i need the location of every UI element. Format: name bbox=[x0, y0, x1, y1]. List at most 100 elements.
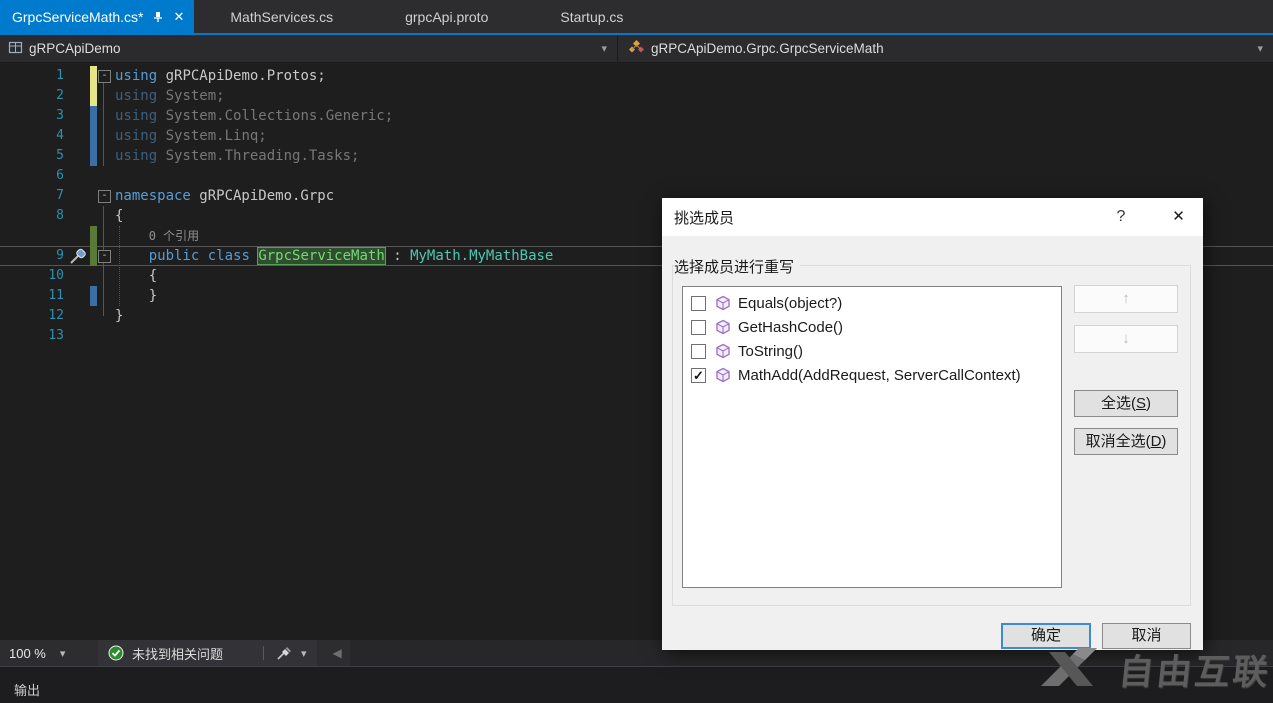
pin-icon[interactable] bbox=[152, 11, 164, 23]
code-token: class bbox=[207, 248, 250, 264]
member-list-item[interactable]: GetHashCode() bbox=[683, 315, 1061, 339]
line-number: 11 bbox=[48, 288, 64, 303]
code-token: gRPCApiDemo.Protos; bbox=[157, 68, 326, 84]
tab-grpcapi-proto[interactable]: grpcApi.proto bbox=[369, 0, 524, 33]
chevron-down-icon: ▾ bbox=[59, 647, 66, 660]
tab-mathservices-cs[interactable]: MathServices.cs bbox=[194, 0, 369, 33]
checkbox-checked[interactable]: ✓ bbox=[691, 367, 706, 383]
code-line-3[interactable]: 3 using System.Collections.Generic; bbox=[0, 106, 1273, 126]
outlining-margin bbox=[97, 126, 115, 146]
project-icon bbox=[8, 40, 23, 58]
outlining-margin bbox=[97, 206, 115, 226]
code-text: using gRPCApiDemo.Protos; bbox=[115, 66, 326, 86]
member-label: ToString() bbox=[738, 342, 804, 360]
code-text: using System.Collections.Generic; bbox=[115, 106, 393, 126]
broom-icon bbox=[276, 645, 293, 661]
code-line-2[interactable]: 2 using System; bbox=[0, 86, 1273, 106]
line-number: 12 bbox=[48, 308, 64, 323]
code-token: { bbox=[148, 268, 158, 284]
code-token: System.Linq; bbox=[157, 128, 267, 144]
member-list-item[interactable]: Equals(object?) bbox=[683, 287, 1061, 315]
code-line-1[interactable]: 1 - using gRPCApiDemo.Protos; bbox=[0, 66, 1273, 86]
code-cleanup-button[interactable]: ▾ bbox=[276, 645, 307, 661]
code-token: gRPCApiDemo.Grpc bbox=[190, 188, 335, 204]
checkbox-unchecked[interactable] bbox=[691, 319, 706, 335]
glyph-margin bbox=[66, 186, 90, 206]
move-down-button[interactable]: ↓ bbox=[1074, 325, 1178, 353]
type-member-dropdown[interactable]: gRPCApiDemo.Grpc.GrpcServiceMath ▾ bbox=[618, 35, 1273, 62]
code-token: } bbox=[148, 288, 158, 304]
fold-collapse-box[interactable]: - bbox=[98, 70, 111, 83]
close-icon[interactable]: ✕ bbox=[1154, 198, 1203, 236]
select-all-button[interactable]: 全选(S) bbox=[1074, 390, 1178, 417]
move-up-button[interactable]: ↑ bbox=[1074, 285, 1178, 313]
member-list-item[interactable]: ✓ MathAdd(AddRequest, ServerCallContext) bbox=[683, 363, 1061, 387]
chevron-down-icon: ▾ bbox=[1257, 43, 1263, 55]
glyph-margin bbox=[66, 286, 90, 306]
tab-label: MathServices.cs bbox=[230, 8, 334, 25]
health-status-text: 未找到相关问题 bbox=[132, 646, 224, 662]
glyph-margin bbox=[66, 126, 90, 146]
outlining-margin bbox=[97, 226, 115, 246]
class-icon bbox=[628, 39, 645, 58]
change-bar-margin bbox=[90, 306, 97, 326]
line-number: 4 bbox=[56, 128, 64, 143]
checkbox-unchecked[interactable] bbox=[691, 343, 706, 359]
glyph-margin bbox=[66, 146, 90, 166]
codelens-references: 0 个引用 bbox=[148, 229, 200, 243]
outlining-margin bbox=[97, 146, 115, 166]
code-text: } bbox=[115, 286, 157, 306]
line-number: 10 bbox=[48, 268, 64, 283]
glyph-margin bbox=[66, 266, 90, 286]
outlining-margin[interactable]: - bbox=[97, 186, 115, 206]
tab-bar: GrpcServiceMath.cs* ✕ MathServices.cs grpcA… bbox=[0, 0, 1273, 35]
code-line-5[interactable]: 5 using System.Threading.Tasks; bbox=[0, 146, 1273, 166]
change-bar-margin bbox=[90, 326, 97, 346]
fold-collapse-box[interactable]: - bbox=[98, 250, 111, 263]
tab-startup-cs[interactable]: Startup.cs bbox=[524, 0, 659, 33]
change-tracking-bar bbox=[90, 246, 97, 266]
arrow-down-icon: ↓ bbox=[1122, 330, 1130, 347]
code-token: namespace bbox=[115, 188, 191, 204]
code-token: using bbox=[115, 128, 158, 144]
code-line-6[interactable]: 6 bbox=[0, 166, 1273, 186]
members-list[interactable]: Equals(object?) GetHashCode() ToString() ✓ M… bbox=[682, 286, 1062, 588]
outlining-margin[interactable]: - bbox=[97, 66, 115, 86]
code-token: } bbox=[115, 308, 124, 324]
scrollbar-left-arrow[interactable]: ◀ bbox=[333, 646, 342, 660]
code-token: using bbox=[115, 68, 158, 84]
glyph-margin bbox=[66, 86, 90, 106]
member-list-item[interactable]: ToString() bbox=[683, 339, 1061, 363]
help-icon[interactable]: ? bbox=[1100, 198, 1142, 236]
close-icon[interactable]: ✕ bbox=[173, 9, 184, 25]
line-number: 3 bbox=[56, 108, 64, 123]
code-line-4[interactable]: 4 using System.Linq; bbox=[0, 126, 1273, 146]
outline-guide-line bbox=[103, 80, 104, 166]
outlining-margin[interactable]: - bbox=[97, 246, 115, 266]
zoom-selector[interactable]: 100 % ▾ bbox=[0, 640, 92, 666]
code-text: { bbox=[115, 206, 123, 226]
project-dropdown[interactable]: gRPCApiDemo ▾ bbox=[0, 35, 618, 62]
quick-actions-screwdriver-icon[interactable] bbox=[66, 246, 90, 266]
method-icon bbox=[715, 367, 731, 383]
member-label: MathAdd(AddRequest, ServerCallContext) bbox=[738, 366, 1021, 384]
tab-grpcservicemath-cs-[interactable]: GrpcServiceMath.cs* ✕ bbox=[0, 0, 195, 33]
document-health-indicator[interactable]: 未找到相关问题 ▾ bbox=[98, 640, 317, 666]
indent-guide bbox=[119, 226, 120, 306]
checkbox-unchecked[interactable] bbox=[691, 295, 706, 311]
group-box-label: 选择成员进行重写 bbox=[674, 256, 801, 277]
deselect-all-button[interactable]: 取消全选(D) bbox=[1074, 428, 1178, 455]
method-icon bbox=[715, 343, 731, 359]
arrow-up-icon: ↑ bbox=[1122, 290, 1130, 307]
outlining-margin bbox=[97, 166, 115, 186]
watermark-text: 自由互联 bbox=[1116, 652, 1273, 692]
glyph-margin bbox=[66, 226, 90, 246]
change-bar-margin bbox=[90, 186, 97, 206]
code-text: 0 个引用 bbox=[115, 226, 199, 246]
outlining-margin bbox=[97, 286, 115, 306]
fold-collapse-box[interactable]: - bbox=[98, 190, 111, 203]
glyph-margin bbox=[66, 326, 90, 346]
watermark-x-logo bbox=[1035, 640, 1113, 698]
dialog-title: 挑选成员 bbox=[674, 209, 735, 227]
